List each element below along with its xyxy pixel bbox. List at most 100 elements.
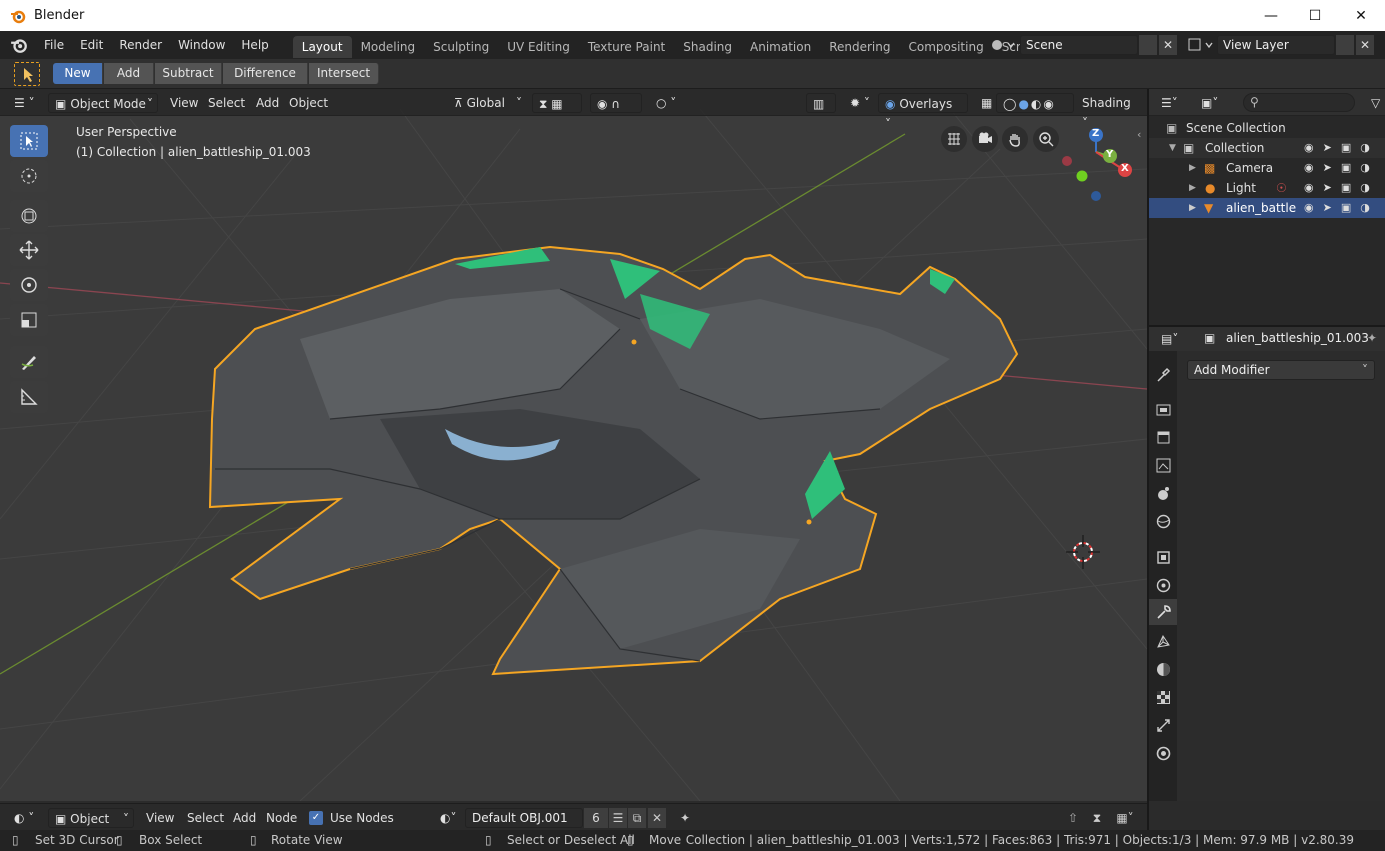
shading-dropdown[interactable]: Shading ˅: [1076, 93, 1142, 130]
zoom-view-icon[interactable]: [1033, 126, 1059, 152]
snap-element-icon[interactable]: ▦˅: [1110, 808, 1140, 828]
constraint-properties-icon[interactable]: [1155, 717, 1172, 734]
orientation-dropdown[interactable]: ⊼ Global ˅: [448, 93, 526, 113]
copy-view-layer-icon[interactable]: [1336, 35, 1354, 55]
gizmo-x-label[interactable]: X: [1121, 163, 1129, 174]
menu-help[interactable]: Help: [233, 31, 276, 59]
tab-uv-editing[interactable]: UV Editing: [498, 36, 579, 58]
texture-properties-icon[interactable]: [1155, 689, 1172, 706]
use-nodes-checkbox[interactable]: ✓: [309, 811, 323, 825]
render-properties-icon[interactable]: [1155, 401, 1172, 418]
fake-user-icon[interactable]: ☰: [609, 808, 627, 828]
annotate-tool-icon[interactable]: [10, 346, 48, 378]
mode-subtract-button[interactable]: Subtract: [155, 63, 222, 84]
outliner-row-scene-collection[interactable]: ▣ Scene Collection: [1149, 118, 1385, 138]
visibility-toggle-icons[interactable]: ◉➤▣◑: [1304, 141, 1379, 154]
snap-toggle-icon[interactable]: ⧗ ▦: [532, 93, 582, 113]
view-layer-selector-icon[interactable]: [1186, 34, 1216, 56]
object-data-icon[interactable]: [1155, 745, 1172, 762]
minimize-icon[interactable]: —: [1248, 0, 1294, 31]
material-properties-icon[interactable]: [1155, 661, 1172, 678]
mesh-data-icon[interactable]: [1155, 633, 1172, 650]
node-snap-icon[interactable]: ⧗: [1086, 808, 1108, 828]
menu-object[interactable]: Object: [283, 93, 334, 113]
menu-edit[interactable]: Edit: [72, 31, 111, 59]
filter-icon[interactable]: ▽: [1365, 93, 1385, 113]
gizmo-toggle-icon[interactable]: ✹ ˅: [844, 93, 876, 113]
material-browse-icon[interactable]: ◐˅: [434, 808, 462, 828]
rotate-tool-icon[interactable]: [10, 269, 48, 301]
ship-toggle-icons[interactable]: ◉➤▣◑: [1304, 201, 1379, 214]
node-menu-select[interactable]: Select: [181, 808, 230, 828]
view-layer-field[interactable]: View Layer: [1217, 35, 1335, 55]
menu-window[interactable]: Window: [170, 31, 233, 59]
object-mode-dropdown[interactable]: ▣ Object Mode ˅: [48, 93, 158, 113]
mode-new-button[interactable]: New: [53, 63, 103, 84]
close-icon[interactable]: ✕: [1338, 0, 1384, 31]
toggle-camera-grid-icon[interactable]: [941, 126, 967, 152]
parent-node-tree-icon[interactable]: ⇧: [1062, 808, 1084, 828]
display-mode-icon[interactable]: ▣˅: [1195, 93, 1224, 113]
tab-rendering[interactable]: Rendering: [820, 36, 899, 58]
menu-select[interactable]: Select: [202, 93, 251, 113]
properties-editor-type-icon[interactable]: ▤˅: [1155, 329, 1184, 349]
scene-properties-icon[interactable]: [1155, 485, 1172, 502]
xray-toggle-icon[interactable]: ▦: [975, 93, 998, 113]
world-properties-icon[interactable]: [1155, 513, 1172, 530]
outliner-search-input[interactable]: ⚲: [1243, 93, 1355, 112]
collapse-arrow-icon[interactable]: ▶: [1189, 178, 1196, 198]
tab-animation[interactable]: Animation: [741, 36, 820, 58]
cursor-tool-icon[interactable]: [10, 160, 48, 192]
scale-tool-icon[interactable]: [10, 304, 48, 336]
collapse-arrow-icon[interactable]: ▶: [1189, 198, 1196, 218]
proportional-edit-icon[interactable]: ◉ ∩: [590, 93, 642, 113]
menu-file[interactable]: File: [36, 31, 72, 59]
maximize-icon[interactable]: ☐: [1292, 0, 1338, 31]
camera-view-icon[interactable]: [972, 126, 998, 152]
transform-pivot-icon[interactable]: ○ ˅: [650, 93, 682, 113]
mode-intersect-button[interactable]: Intersect: [309, 63, 379, 84]
pan-view-icon[interactable]: [1002, 126, 1028, 152]
mode-add-button[interactable]: Add: [104, 63, 154, 84]
shading-mode-icons[interactable]: ◯●◐◉: [996, 93, 1074, 113]
duplicate-material-icon[interactable]: ⧉: [628, 808, 646, 828]
material-user-count[interactable]: 6: [584, 808, 608, 828]
transform-tool-icon[interactable]: [10, 200, 48, 232]
outliner-editor-type-icon[interactable]: ☰˅: [1155, 93, 1184, 113]
modifier-properties-icon[interactable]: [1155, 604, 1172, 621]
add-modifier-dropdown[interactable]: Add Modifier ˅: [1187, 360, 1375, 380]
gizmo-z-label[interactable]: Z: [1092, 128, 1099, 139]
expand-arrow-icon[interactable]: ▼: [1169, 138, 1176, 158]
menu-view[interactable]: View: [164, 93, 204, 113]
object-properties-icon[interactable]: [1155, 549, 1172, 566]
gizmo-y-label[interactable]: Y: [1106, 149, 1113, 160]
node-menu-node[interactable]: Node: [260, 808, 303, 828]
sidebar-toggle-icon[interactable]: ‹: [1137, 128, 1147, 146]
mode-difference-button[interactable]: Difference: [223, 63, 308, 84]
view-layer-properties-icon[interactable]: [1155, 457, 1172, 474]
menu-add[interactable]: Add: [250, 93, 285, 113]
object-type-visibility-icon[interactable]: ▥: [806, 93, 836, 113]
3d-viewport[interactable]: Z Y X: [0, 89, 1147, 801]
tab-shading[interactable]: Shading: [674, 36, 741, 58]
tab-sculpting[interactable]: Sculpting: [424, 36, 498, 58]
node-menu-add[interactable]: Add: [227, 808, 262, 828]
camera-toggle-icons[interactable]: ◉➤▣◑: [1304, 161, 1379, 174]
scene-selector-icon[interactable]: [988, 34, 1018, 56]
menu-render[interactable]: Render: [111, 31, 170, 59]
physics-properties-icon[interactable]: [1155, 577, 1172, 594]
copy-scene-icon[interactable]: [1139, 35, 1157, 55]
unlink-material-icon[interactable]: ✕: [648, 808, 666, 828]
node-menu-view[interactable]: View: [140, 808, 180, 828]
tab-compositing[interactable]: Compositing: [899, 36, 992, 58]
blender-menu-icon[interactable]: [10, 36, 28, 54]
select-tool-icon[interactable]: [10, 125, 48, 157]
delete-view-layer-icon[interactable]: ✕: [1356, 35, 1374, 55]
measure-tool-icon[interactable]: [10, 381, 48, 413]
collapse-arrow-icon[interactable]: ▶: [1189, 158, 1196, 178]
select-box-tool-icon[interactable]: [14, 62, 40, 86]
tab-texture-paint[interactable]: Texture Paint: [579, 36, 674, 58]
overlays-dropdown[interactable]: ◉ Overlays ˅: [878, 93, 968, 131]
tab-layout[interactable]: Layout: [292, 36, 352, 58]
pin-node-tree-icon[interactable]: ✦: [674, 808, 696, 828]
